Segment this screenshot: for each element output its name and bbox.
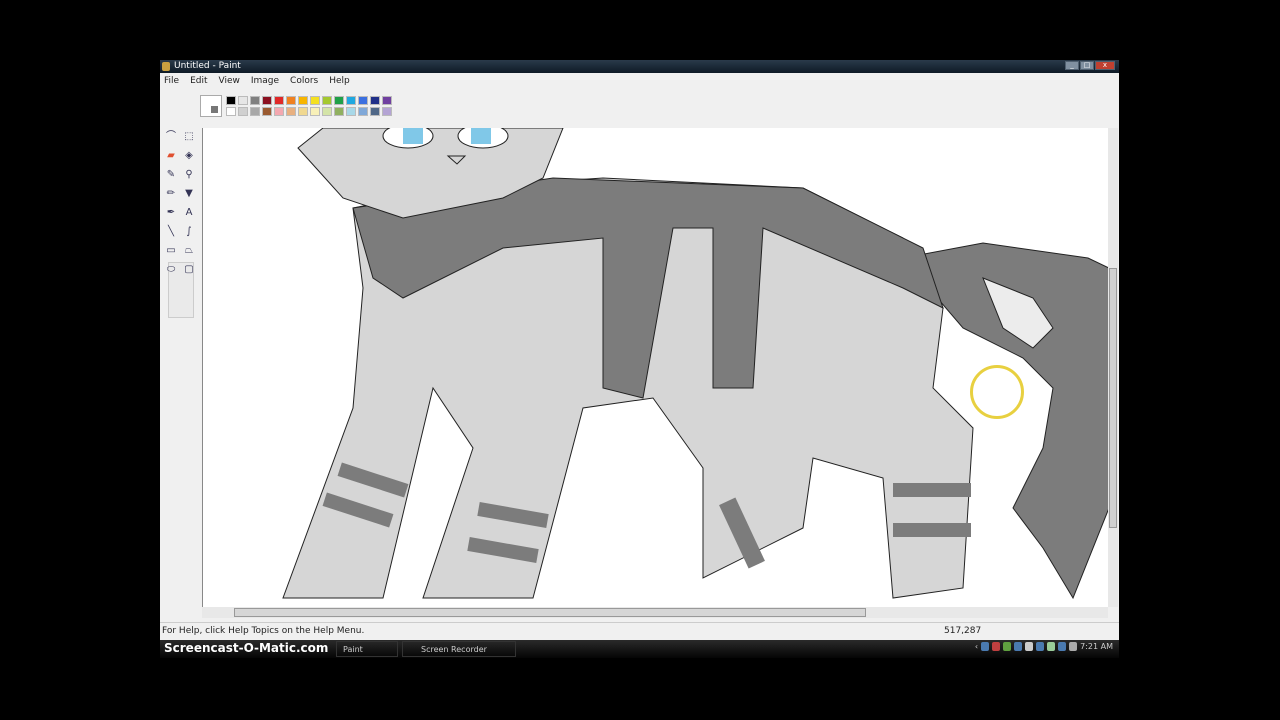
system-tray: ‹ 7:21 AM (975, 642, 1113, 651)
current-colors[interactable] (200, 95, 222, 117)
color-swatch[interactable] (250, 96, 260, 105)
text-tool[interactable]: A (182, 206, 196, 220)
curve-tool[interactable]: ∫ (182, 225, 196, 239)
status-bar: For Help, click Help Topics on the Help … (160, 622, 1119, 638)
color-picker-tool[interactable]: ✎ (164, 168, 178, 182)
color-swatch[interactable] (334, 96, 344, 105)
color-swatch[interactable] (226, 96, 236, 105)
vertical-scroll-thumb[interactable] (1109, 268, 1117, 528)
color-swatch[interactable] (298, 96, 308, 105)
color-swatch[interactable] (250, 107, 260, 116)
color-swatch[interactable] (346, 107, 356, 116)
color-swatch[interactable] (286, 96, 296, 105)
tray-icon[interactable] (981, 642, 990, 651)
task-paint[interactable]: Paint (336, 641, 398, 657)
select-tool[interactable]: ⬚ (182, 130, 196, 144)
eraser-tool[interactable]: ▰ (164, 149, 178, 163)
brush-tool[interactable]: ▼ (182, 187, 196, 201)
title-bar[interactable]: Untitled - Paint _ □ x (160, 60, 1119, 73)
screencast-watermark: Screencast-O-Matic.com (164, 641, 329, 655)
maximize-button[interactable]: □ (1080, 61, 1094, 70)
color-swatch[interactable] (238, 107, 248, 116)
color-swatch[interactable] (298, 107, 308, 116)
menu-colors[interactable]: Colors (290, 74, 318, 88)
tray-icon[interactable] (1014, 642, 1023, 651)
minimize-button[interactable]: _ (1065, 61, 1079, 70)
paint-window: Untitled - Paint _ □ x File Edit View Im… (160, 60, 1119, 640)
color-swatch[interactable] (382, 107, 392, 116)
color-swatch[interactable] (310, 107, 320, 116)
ellipse-tool[interactable]: ⬭ (164, 263, 178, 277)
fill-tool[interactable]: ◈ (182, 149, 196, 163)
free-select-tool[interactable]: ⌒ (164, 130, 178, 144)
color-swatch[interactable] (310, 96, 320, 105)
horizontal-scroll-thumb[interactable] (234, 608, 866, 617)
airbrush-tool[interactable]: ✒ (164, 206, 178, 220)
drawing-canvas[interactable] (202, 128, 1108, 607)
tray-icon[interactable] (1036, 642, 1045, 651)
color-swatch[interactable] (226, 107, 236, 116)
close-button[interactable]: x (1095, 61, 1115, 70)
color-palette (226, 96, 392, 116)
vertical-scrollbar[interactable] (1108, 128, 1118, 607)
network-icon[interactable] (1058, 642, 1067, 651)
color-swatch[interactable] (286, 107, 296, 116)
color-swatch[interactable] (358, 96, 368, 105)
network-icon[interactable] (1047, 642, 1056, 651)
color-swatch[interactable] (262, 96, 272, 105)
volume-icon[interactable] (1069, 642, 1078, 651)
color-swatch[interactable] (358, 107, 368, 116)
toolbox: ⌒ ⬚ ▰ ◈ ✎ ⚲ ✏ ▼ ✒ A ╲ ∫ ▭ ⏢ ⬭ ▢ (162, 128, 198, 620)
cat-drawing (282, 128, 1108, 600)
pencil-tool[interactable]: ✏ (164, 187, 178, 201)
cursor-highlight (970, 365, 1024, 419)
magnifier-tool[interactable]: ⚲ (182, 168, 196, 182)
horizontal-scrollbar[interactable] (202, 607, 1108, 618)
tray-expand-icon[interactable]: ‹ (975, 642, 978, 651)
paint-app-icon (162, 62, 170, 71)
color-swatch[interactable] (322, 96, 332, 105)
rounded-rectangle-tool[interactable]: ▢ (182, 263, 196, 277)
color-swatch[interactable] (346, 96, 356, 105)
line-tool[interactable]: ╲ (164, 225, 178, 239)
color-swatch[interactable] (262, 107, 272, 116)
menu-bar: File Edit View Image Colors Help (160, 74, 1119, 88)
polygon-tool[interactable]: ⏢ (182, 244, 196, 258)
background-color[interactable] (211, 106, 218, 113)
menu-view[interactable]: View (219, 74, 240, 88)
clock[interactable]: 7:21 AM (1080, 642, 1113, 651)
menu-edit[interactable]: Edit (190, 74, 207, 88)
cursor-coordinates: 517,287 (944, 626, 982, 636)
color-swatch[interactable] (370, 96, 380, 105)
leg-stripes (322, 462, 971, 569)
color-swatch[interactable] (274, 96, 284, 105)
eye-iris-right (471, 128, 491, 144)
color-swatch[interactable] (238, 96, 248, 105)
tray-icon[interactable] (1003, 642, 1012, 651)
taskbar: Screencast-O-Matic.com Paint Screen Reco… (160, 640, 1119, 658)
color-swatch[interactable] (274, 107, 284, 116)
task-screen-recorder[interactable]: Screen Recorder (402, 641, 516, 657)
window-title: Untitled - Paint (174, 61, 241, 71)
tray-icon[interactable] (992, 642, 1001, 651)
tray-icon[interactable] (1025, 642, 1034, 651)
color-swatch[interactable] (382, 96, 392, 105)
color-swatch[interactable] (322, 107, 332, 116)
color-swatch[interactable] (334, 107, 344, 116)
status-help-text: For Help, click Help Topics on the Help … (162, 626, 365, 636)
rectangle-tool[interactable]: ▭ (164, 244, 178, 258)
color-swatch[interactable] (370, 107, 380, 116)
menu-help[interactable]: Help (329, 74, 350, 88)
eye-iris-left (403, 128, 423, 144)
menu-file[interactable]: File (164, 74, 179, 88)
menu-image[interactable]: Image (251, 74, 279, 88)
